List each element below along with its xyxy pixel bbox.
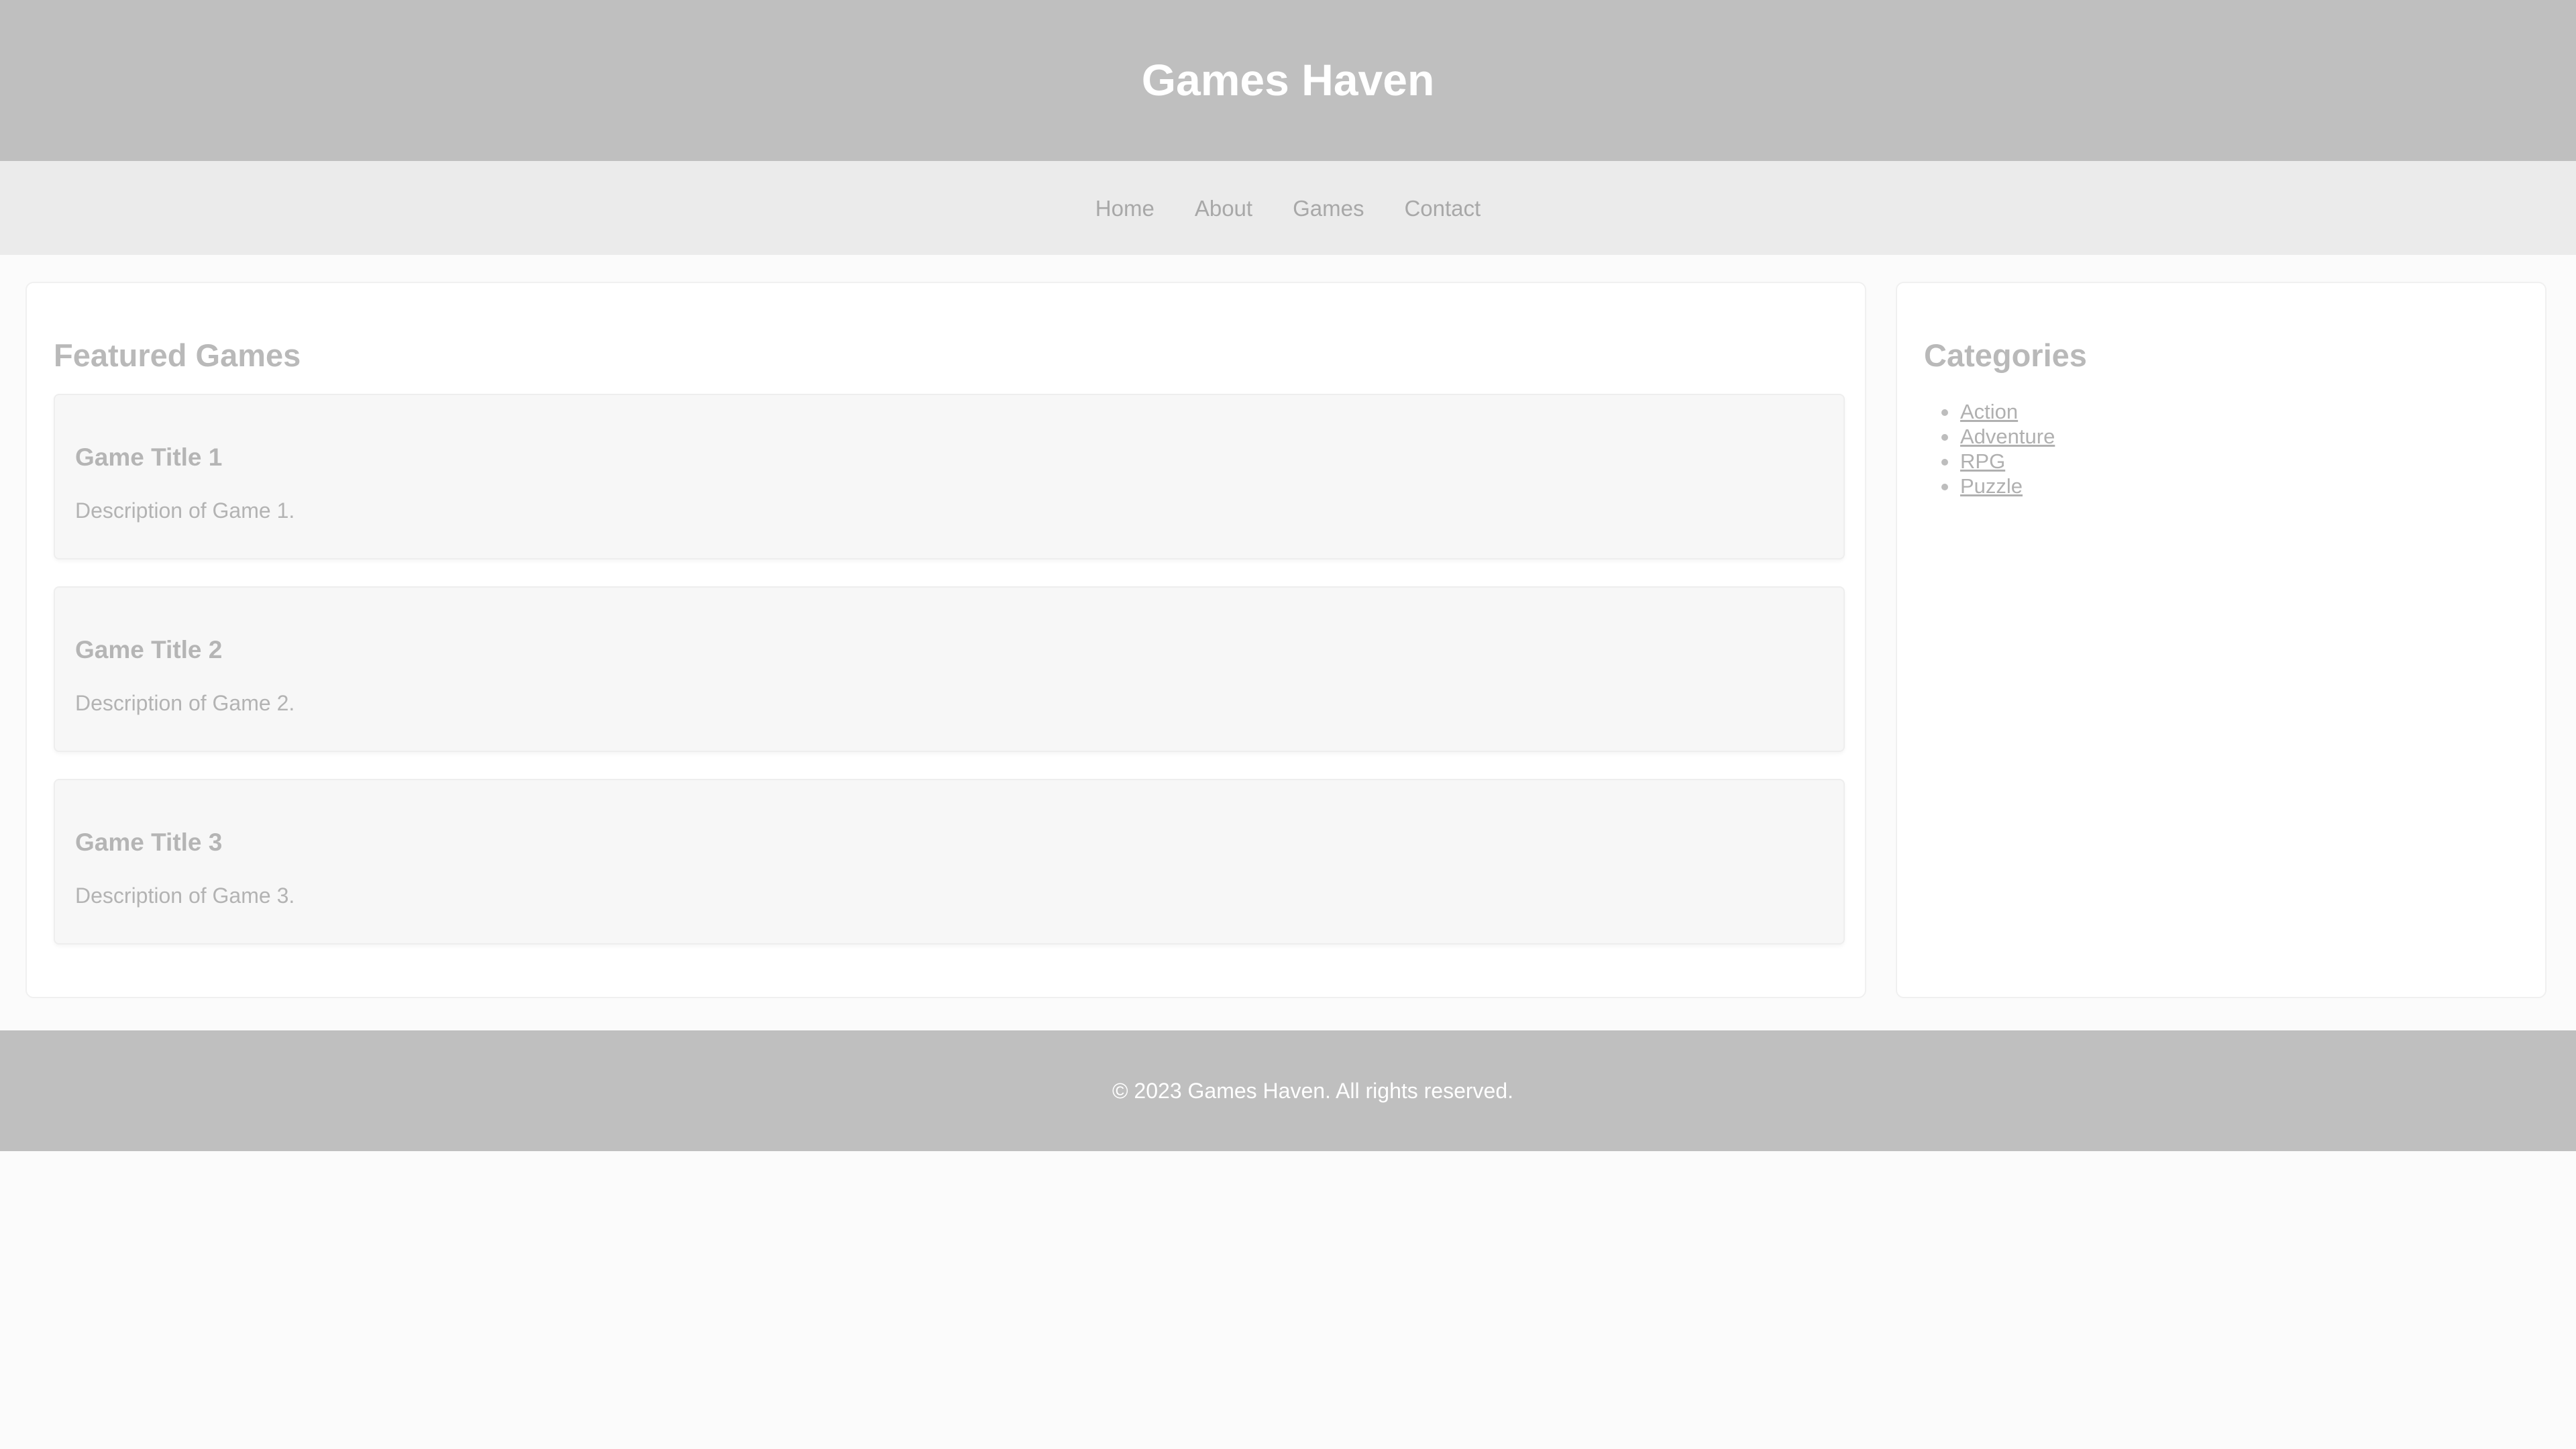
site-title: Games Haven xyxy=(1141,55,1435,105)
bullet-icon xyxy=(1941,409,1948,416)
site-footer: © 2023 Games Haven. All rights reserved. xyxy=(0,1030,2576,1151)
game-list: Game Title 1 Description of Game 1. Game… xyxy=(54,394,1845,945)
game-card: Game Title 3 Description of Game 3. xyxy=(54,779,1845,945)
main-nav: Home About Games Contact xyxy=(0,161,2576,255)
nav-link-home[interactable]: Home xyxy=(1095,195,1155,221)
categories-heading: Categories xyxy=(1924,337,2087,373)
category-link-adventure[interactable]: Adventure xyxy=(1960,425,2055,448)
category-link-action[interactable]: Action xyxy=(1960,400,2018,423)
category-link-puzzle[interactable]: Puzzle xyxy=(1960,474,2023,498)
featured-games-section: Featured Games Game Title 1 Description … xyxy=(25,282,1866,998)
category-item: Action xyxy=(1941,399,2518,424)
game-card: Game Title 2 Description of Game 2. xyxy=(54,586,1845,752)
category-item: RPG xyxy=(1941,449,2518,474)
bullet-icon xyxy=(1941,484,1948,490)
bullet-icon xyxy=(1941,434,1948,441)
game-card: Game Title 1 Description of Game 1. xyxy=(54,394,1845,559)
category-link-rpg[interactable]: RPG xyxy=(1960,449,2005,473)
featured-games-heading: Featured Games xyxy=(54,337,301,373)
game-title: Game Title 1 xyxy=(75,443,223,471)
game-title: Game Title 2 xyxy=(75,636,223,663)
copyright-text: © 2023 Games Haven. All rights reserved. xyxy=(1112,1078,1514,1103)
category-item: Adventure xyxy=(1941,424,2518,449)
game-title: Game Title 3 xyxy=(75,828,223,856)
game-description: Description of Game 1. xyxy=(75,498,295,523)
nav-link-contact[interactable]: Contact xyxy=(1404,195,1481,221)
site-header: Games Haven xyxy=(0,0,2576,161)
game-description: Description of Game 2. xyxy=(75,691,295,715)
game-description: Description of Game 3. xyxy=(75,883,295,908)
category-item: Puzzle xyxy=(1941,474,2518,498)
nav-link-about[interactable]: About xyxy=(1195,195,1252,221)
bullet-icon xyxy=(1941,459,1948,466)
categories-sidebar: Categories Action Adventure RPG Puzzle xyxy=(1896,282,2546,998)
category-list: Action Adventure RPG Puzzle xyxy=(1924,399,2518,498)
nav-link-games[interactable]: Games xyxy=(1293,195,1364,221)
